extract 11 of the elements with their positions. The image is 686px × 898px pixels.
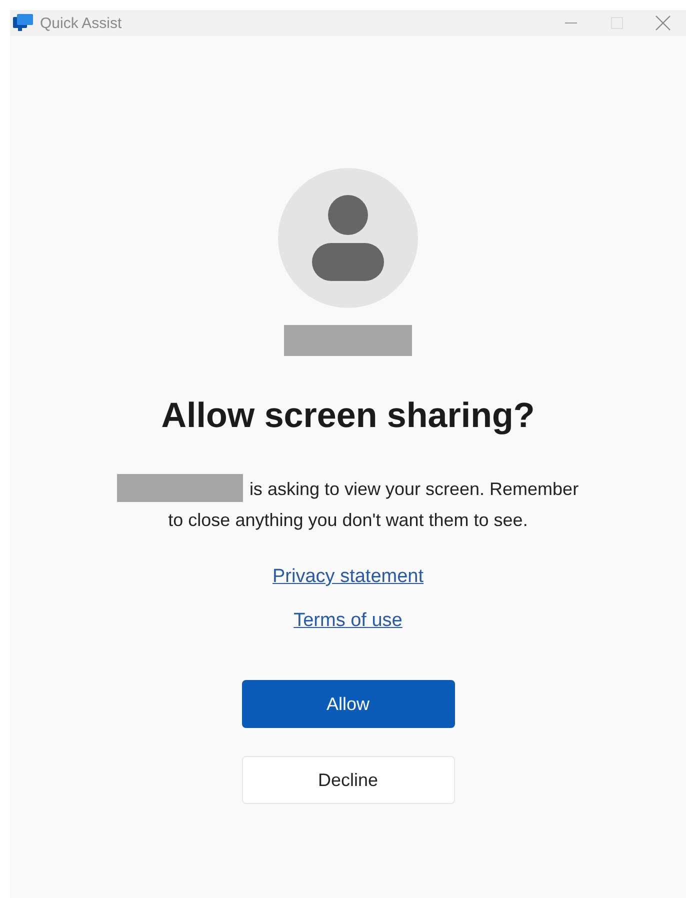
- close-icon: [655, 15, 671, 31]
- link[interactable]: Privacy statement: [272, 566, 424, 588]
- allow-button[interactable]: Allow: [242, 680, 454, 728]
- dialog-heading: Allow screen sharing?: [161, 396, 535, 436]
- person-icon: [312, 195, 384, 281]
- monitor-icon: [12, 13, 34, 33]
- decline-button[interactable]: Decline: [242, 756, 454, 804]
- permission-message: is asking to view your screen. Remember to close anything you don't want them to see.: [113, 474, 583, 536]
- link[interactable]: Terms of use: [294, 610, 402, 632]
- window-title: Quick Assist: [40, 14, 123, 32]
- minimize-icon: [564, 22, 578, 24]
